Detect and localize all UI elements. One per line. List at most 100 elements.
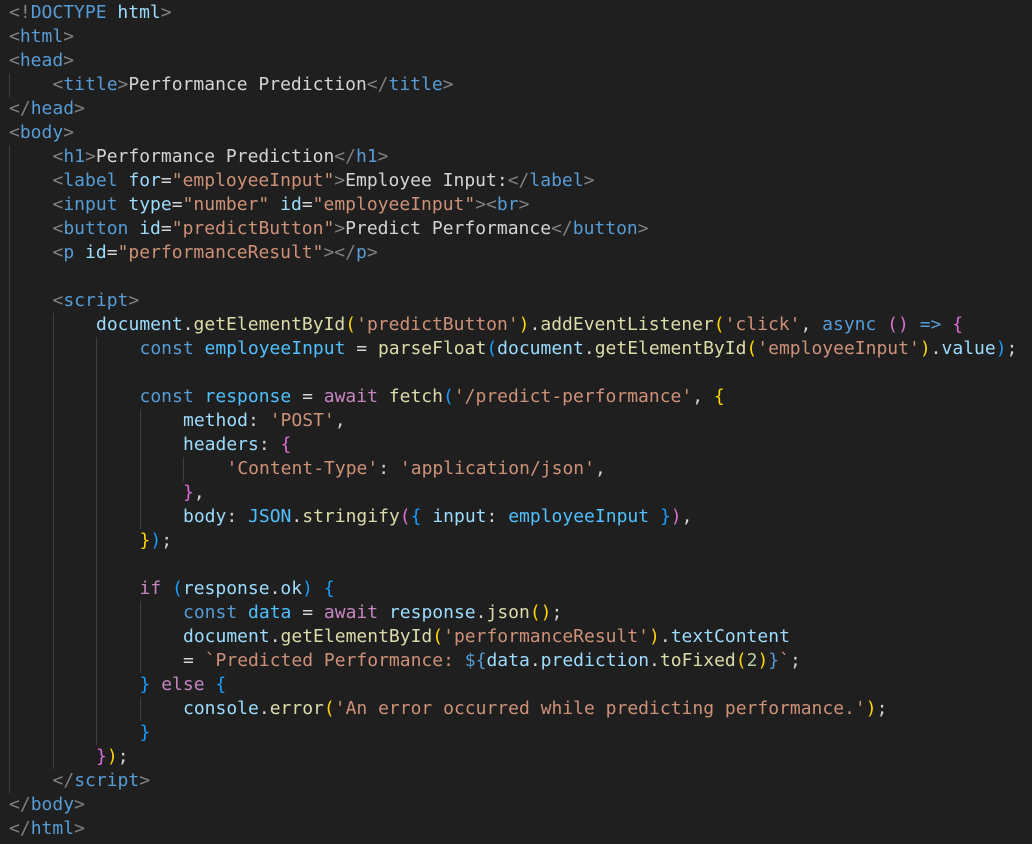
- code-line[interactable]: <h1>Performance Prediction</h1>: [0, 145, 1032, 169]
- indent-guide: [9, 337, 10, 361]
- indent-guide: [52, 625, 54, 649]
- indent-guide: [9, 409, 10, 433]
- code-line[interactable]: method: 'POST',: [0, 409, 1032, 433]
- code-line-text: const employeeInput = parseFloat(documen…: [140, 337, 1018, 361]
- code-editor[interactable]: <!DOCTYPE html> <html> <head> <title>Perfor…: [0, 1, 1032, 844]
- code-token: script: [63, 290, 129, 311]
- code-line[interactable]: document.getElementById('predictButton')…: [0, 313, 1032, 337]
- code-line[interactable]: <script>: [0, 289, 1032, 313]
- code-line[interactable]: <html>: [0, 25, 1032, 49]
- code-line[interactable]: 'Content-Type': 'application/json',: [0, 457, 1032, 481]
- indent-guide: [96, 409, 97, 433]
- code-token: </: [507, 170, 530, 191]
- code-token: 'Content-Type': [226, 458, 379, 479]
- code-line[interactable]: headers: {: [0, 433, 1032, 457]
- indent-guide: [52, 433, 54, 457]
- code-token: head: [19, 50, 64, 71]
- code-line[interactable]: document.getElementById('performanceResu…: [0, 625, 1032, 649]
- code-line[interactable]: <body>: [0, 121, 1032, 145]
- code-token: error: [269, 698, 324, 719]
- code-line[interactable]: </head>: [0, 97, 1032, 121]
- indent-guide: [96, 337, 97, 361]
- code-line[interactable]: [0, 553, 1032, 577]
- indent-guide: [139, 505, 141, 529]
- indent-guide: [96, 385, 97, 409]
- code-token: >: [74, 98, 85, 119]
- code-token: >: [63, 50, 75, 71]
- indent-guide: [52, 649, 54, 673]
- code-token: >: [63, 26, 75, 47]
- code-token: .: [649, 650, 660, 671]
- code-line[interactable]: <p id="performanceResult"></p>: [0, 241, 1032, 265]
- code-line[interactable]: <input type="number" id="employeeInput">…: [0, 193, 1032, 217]
- code-token: ): [649, 626, 660, 647]
- indent-guide: [96, 481, 97, 505]
- code-line[interactable]: </body>: [0, 793, 1032, 817]
- code-token: id: [85, 242, 107, 263]
- indent-guide: [96, 649, 97, 673]
- code-line[interactable]: const response = await fetch('/predict-p…: [0, 385, 1032, 409]
- code-token: >: [74, 818, 85, 839]
- code-line[interactable]: [0, 265, 1032, 289]
- code-line[interactable]: const data = await response.json();: [0, 601, 1032, 625]
- code-line[interactable]: }: [0, 721, 1032, 745]
- code-line[interactable]: const employeeInput = parseFloat(documen…: [0, 337, 1032, 361]
- indent-guide: [52, 577, 54, 601]
- code-line-text: <script>: [53, 289, 140, 313]
- code-token: addEventListener: [540, 314, 714, 335]
- indent-guide: [139, 457, 141, 481]
- indent-guide: [96, 625, 97, 649]
- code-token: ;: [789, 650, 801, 671]
- code-token: :: [378, 458, 400, 479]
- code-line[interactable]: body: JSON.stringify({ input: employeeIn…: [0, 505, 1032, 529]
- indent-guide: [9, 289, 10, 313]
- code-line[interactable]: });: [0, 745, 1032, 769]
- code-token: (: [735, 650, 747, 671]
- code-line[interactable]: <title>Performance Prediction</title>: [0, 73, 1032, 97]
- code-token: >: [334, 170, 346, 191]
- code-line[interactable]: console.error('An error occurred while p…: [0, 697, 1032, 721]
- code-token: (: [746, 338, 758, 359]
- code-token: =: [291, 386, 324, 407]
- code-line[interactable]: <head>: [0, 49, 1032, 73]
- code-token: ): [757, 650, 769, 671]
- code-line[interactable]: <label for="employeeInput">Employee Inpu…: [0, 169, 1032, 193]
- code-line[interactable]: </script>: [0, 769, 1032, 793]
- indent-guide: [9, 625, 10, 649]
- code-line[interactable]: if (response.ok) {: [0, 577, 1032, 601]
- code-line[interactable]: </html>: [0, 817, 1032, 841]
- indent-guide: [52, 313, 54, 337]
- code-token: ;: [117, 746, 129, 767]
- code-token: `: [779, 650, 790, 671]
- code-token: response: [388, 602, 476, 623]
- code-token: data: [248, 602, 292, 623]
- code-token: .: [930, 338, 942, 359]
- code-token: 'employeeInput': [757, 338, 920, 359]
- code-token: ): [670, 506, 682, 527]
- code-line[interactable]: <button id="predictButton">Predict Perfo…: [0, 217, 1032, 241]
- code-line-text: <button id="predictButton">Predict Perfo…: [53, 217, 649, 241]
- code-token: =: [160, 218, 172, 239]
- code-line[interactable]: = `Predicted Performance: ${data.predict…: [0, 649, 1032, 673]
- code-line[interactable]: [0, 361, 1032, 385]
- code-token: label: [529, 170, 584, 191]
- code-token: {: [952, 314, 964, 335]
- code-token: }: [659, 506, 671, 527]
- code-token: "employeeInput": [312, 194, 476, 215]
- code-token: }: [183, 482, 194, 503]
- code-token: stringify: [302, 506, 400, 527]
- code-line[interactable]: },: [0, 481, 1032, 505]
- code-token: html: [19, 26, 64, 47]
- indent-guide: [52, 481, 54, 505]
- code-line[interactable]: <!DOCTYPE html>: [0, 1, 1032, 25]
- code-token: "performanceResult": [117, 242, 324, 263]
- code-line[interactable]: });: [0, 529, 1032, 553]
- code-token: }: [768, 650, 780, 671]
- code-line[interactable]: } else {: [0, 673, 1032, 697]
- code-token: >: [518, 194, 530, 215]
- code-token: data: [486, 650, 530, 671]
